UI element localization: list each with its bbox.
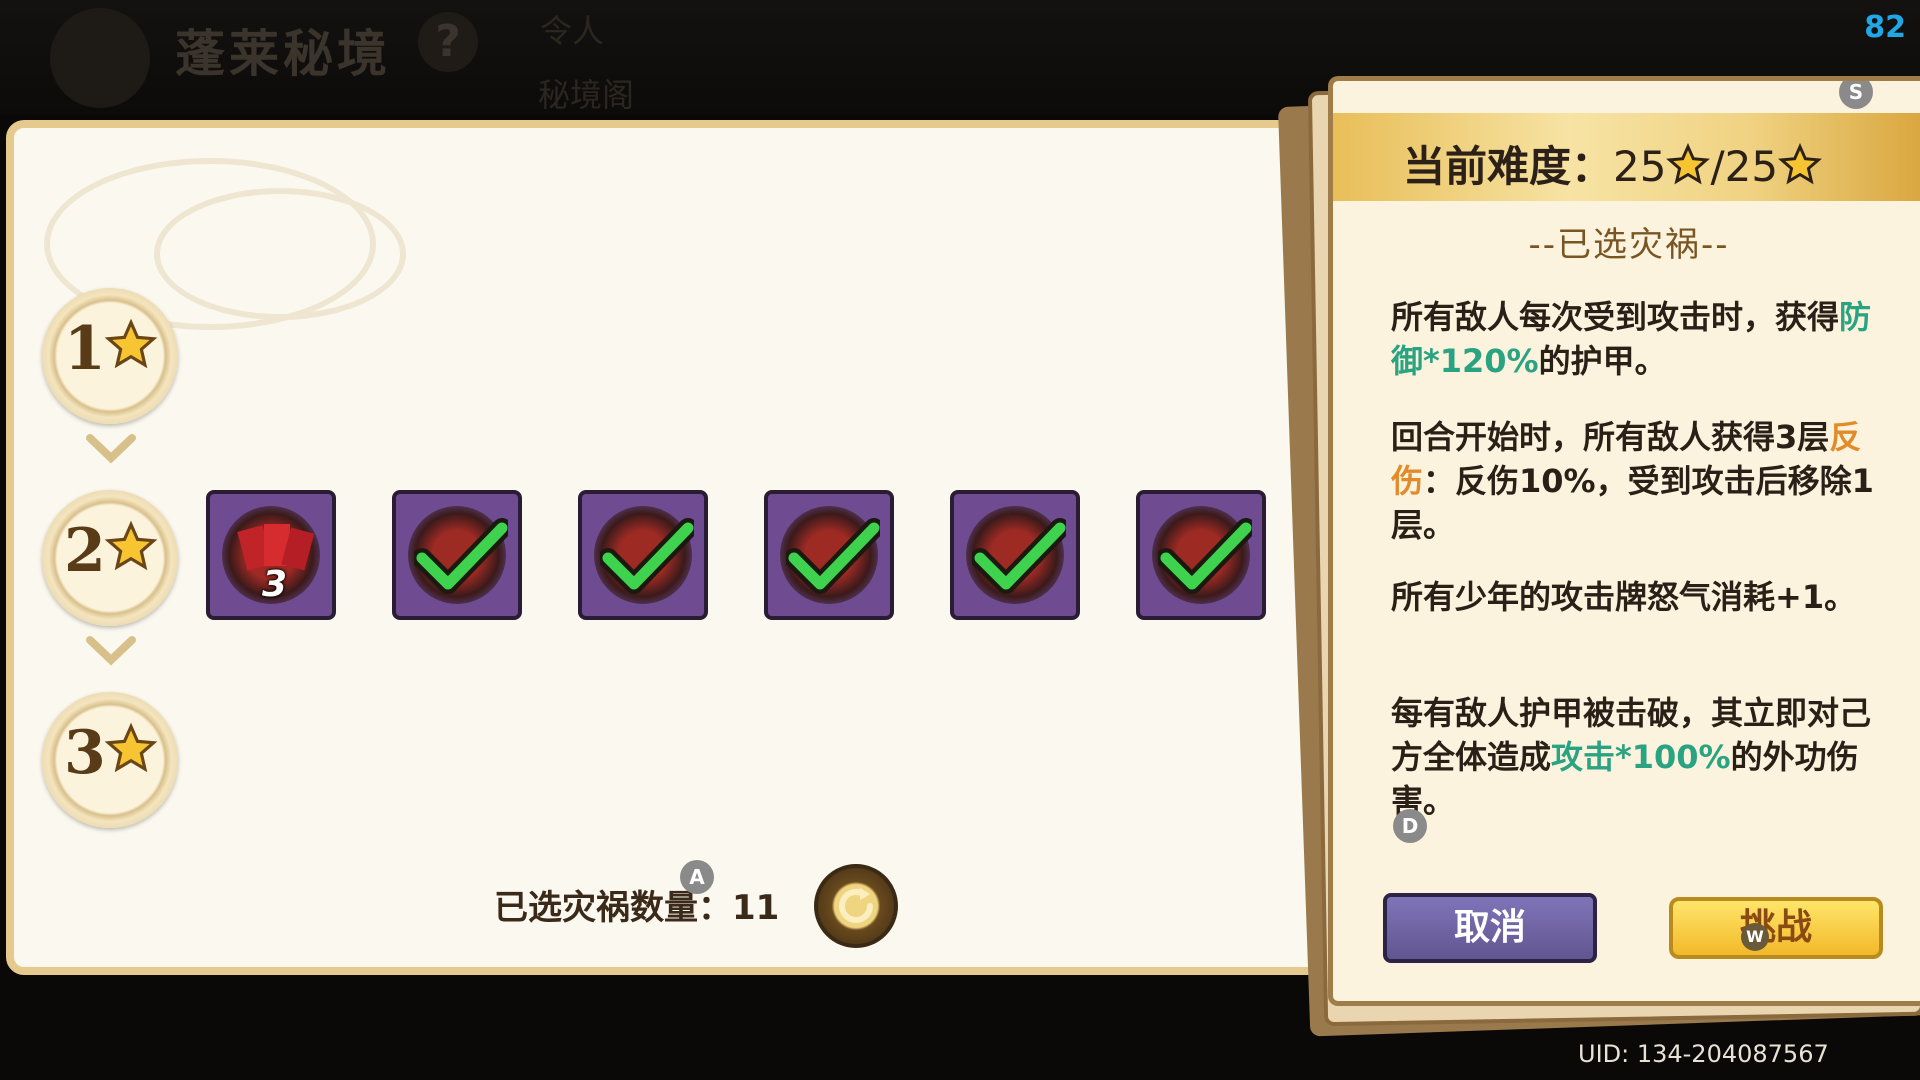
difficulty-label: 当前难度： [1403, 142, 1614, 191]
level-number: 1 [64, 314, 106, 384]
curse-description-3: 所有少年的攻击牌怒气消耗+1。 [1391, 578, 1857, 616]
key-hint-d: D [1393, 809, 1427, 843]
level-3-badge[interactable]: 3 [42, 692, 178, 828]
reset-button[interactable] [814, 864, 898, 948]
difficulty-info-card: S 当前难度：25/25 --已选灾祸-- 所有敌人每次受到攻击时，获得防御*1… [1328, 76, 1920, 1006]
curse-description-1: 所有敌人每次受到攻击时，获得防御*120%的护甲。 [1391, 295, 1891, 383]
decor-swirl [154, 188, 406, 320]
checkmark-icon [414, 518, 508, 594]
curse-description-4: 每有敌人护甲被击破，其立即对己方全体造成攻击*100%的外功伤害。 [1391, 691, 1891, 823]
reset-icon [839, 888, 873, 923]
curse-description-2: 回合开始时，所有敌人获得3层反伤：反伤10%，受到攻击后移除1层。 [1391, 415, 1891, 547]
key-hint-w: W [1741, 923, 1769, 951]
star-icon [104, 722, 158, 773]
desc-text: 回合开始时，所有敌人获得3层 [1391, 418, 1830, 456]
desc-text: ：反伤10%，受到攻击后移除1层。 [1391, 462, 1874, 544]
difficulty-current: 25 [1613, 142, 1667, 191]
difficulty-max: 25 [1724, 142, 1779, 191]
chevron-down-icon [86, 434, 136, 464]
tab-secret-pavilion[interactable]: 秘境阁 [538, 70, 634, 116]
tab-top-label: 令人 [540, 12, 605, 50]
checkmark-icon [600, 518, 694, 594]
stack-count-badge: 3 [262, 564, 288, 605]
level-2-badge[interactable]: 2 [42, 490, 178, 626]
back-emblem-icon[interactable] [50, 8, 150, 108]
selected-curses-title: --已选灾祸-- [1528, 225, 1730, 265]
user-id: UID: 134-204087567 [1578, 1040, 1829, 1068]
curse-selection-panel: 1 2 3 3 已选灾祸数量：11 A [6, 120, 1336, 975]
curse-card-red-swirl[interactable] [392, 490, 522, 620]
star-icon [1666, 143, 1711, 185]
checkmark-icon [1158, 518, 1252, 594]
star-icon [104, 318, 158, 369]
selected-curse-count: 已选灾祸数量：11 [494, 888, 780, 928]
desc-text: 所有敌人每次受到攻击时，获得 [1391, 298, 1840, 336]
curse-card-red-flower[interactable] [764, 490, 894, 620]
star-icon [104, 520, 158, 571]
chevron-down-icon [86, 636, 136, 666]
star-icon [1778, 143, 1822, 185]
page-title: 蓬莱秘境 [175, 25, 391, 83]
key-hint-s: S [1839, 81, 1873, 109]
level-number: 3 [64, 718, 106, 788]
fps-counter: 82 [1864, 10, 1906, 45]
checkmark-icon [786, 518, 880, 594]
level-number: 2 [64, 516, 106, 586]
desc-text: 的护甲。 [1538, 342, 1667, 380]
checkmark-icon [972, 518, 1066, 594]
key-hint-a: A [680, 860, 714, 894]
level-1-badge[interactable]: 1 [42, 288, 178, 424]
curse-card-red-flame[interactable] [1136, 490, 1266, 620]
cancel-button[interactable]: 取消 [1383, 893, 1597, 963]
desc-highlight: 攻击*100% [1551, 738, 1731, 776]
current-difficulty: 当前难度：25/25 [1403, 133, 1822, 194]
difficulty-separator: / [1710, 142, 1725, 191]
challenge-button[interactable]: 挑战 [1669, 897, 1883, 959]
help-icon[interactable]: ? [418, 12, 478, 72]
curse-card-red-rune[interactable] [578, 490, 708, 620]
curse-card-red-drum[interactable] [950, 490, 1080, 620]
curse-card-red-cards[interactable]: 3 [206, 490, 336, 620]
